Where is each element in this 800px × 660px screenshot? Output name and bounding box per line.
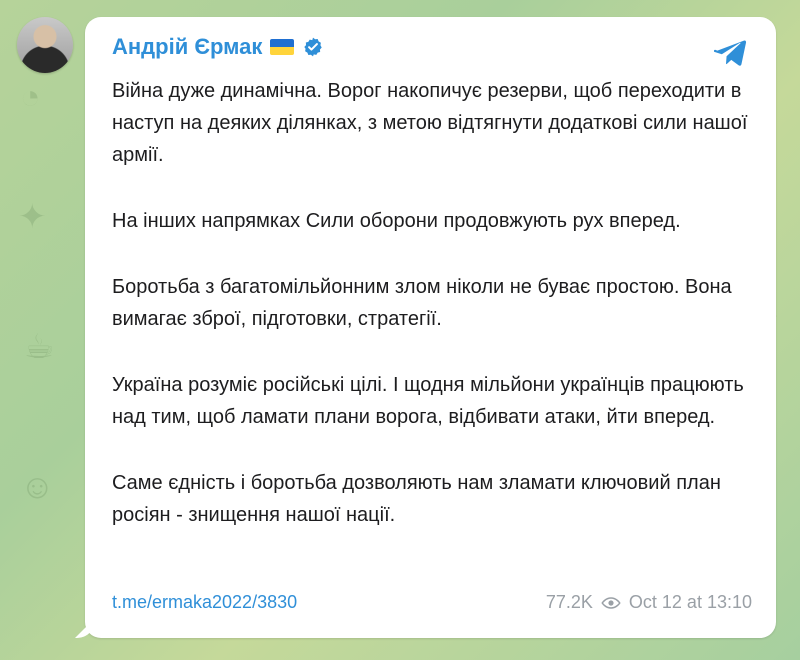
message-paragraph-4: Україна розуміє російські цілі. І щодня … <box>112 374 744 428</box>
message-paragraph-2: На інших напрямках Сили оборони продовжу… <box>112 210 681 232</box>
message-footer: t.me/ermaka2022/3830 77.2K Oct 12 at 13:… <box>112 592 752 616</box>
background-doodle-4: ☺ <box>20 468 55 506</box>
background-doodle-1: ◔ <box>20 78 41 116</box>
eye-icon <box>601 596 621 609</box>
message-link[interactable]: t.me/ermaka2022/3830 <box>112 592 297 613</box>
message-paragraph-3: Боротьба з багатомільйонним злом ніколи … <box>112 276 732 330</box>
author-name[interactable]: Андрій Єрмак <box>112 34 262 60</box>
background-doodle-3: ☕ <box>24 328 55 366</box>
ukraine-flag-icon <box>270 39 295 55</box>
verified-icon <box>304 37 323 57</box>
timestamp: Oct 12 at 13:10 <box>628 592 752 612</box>
message-body: Війна дуже динамічна. Ворог накопичує ре… <box>112 75 752 531</box>
message-header: Андрій Єрмак <box>112 34 324 60</box>
message-meta: 77.2K Oct 12 at 13:10 <box>546 592 752 613</box>
telegram-icon[interactable] <box>714 35 748 69</box>
avatar[interactable] <box>17 17 73 73</box>
message-bubble: Андрій Єрмак Війна дуже динамічна. Ворог… <box>85 17 776 638</box>
view-count: 77.2K <box>545 592 593 612</box>
message-paragraph-5: Саме єдність і боротьба дозволяють нам з… <box>112 472 721 526</box>
message-paragraph-1: Війна дуже динамічна. Ворог накопичує ре… <box>112 80 748 166</box>
background-doodle-2: ✦ <box>18 198 47 236</box>
